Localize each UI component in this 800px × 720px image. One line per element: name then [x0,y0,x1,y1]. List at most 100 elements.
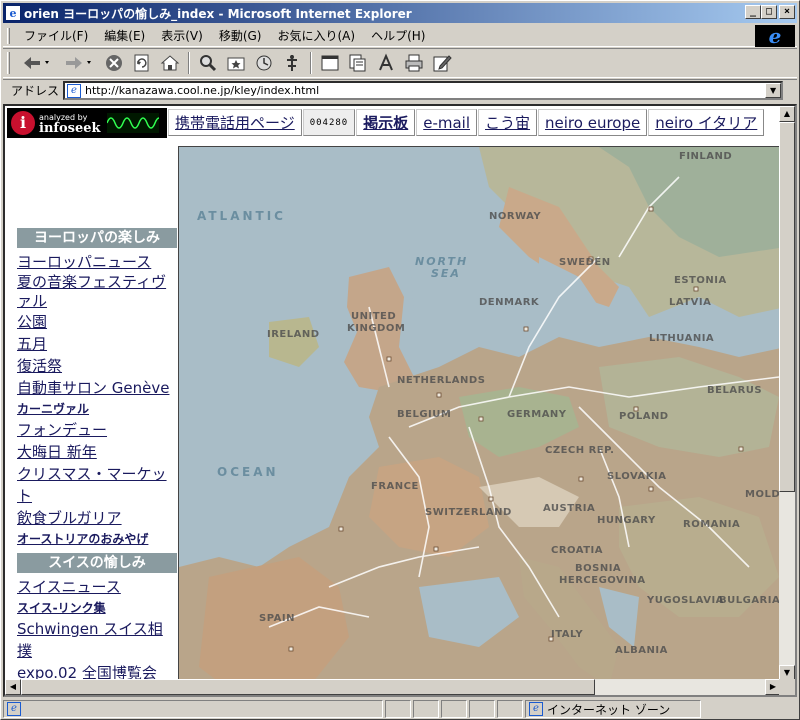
address-input[interactable]: e http://kanazawa.cool.ne.jp/kley/index.… [63,81,784,100]
status-pane [497,700,523,718]
map-label: NETHERLANDS [397,375,486,386]
sidebar-link[interactable]: 自動車サロン Genève [17,377,177,399]
sidebar: ヨーロッパの楽しみ ヨーロッパニュース 夏の音楽フェスティヴァル 公園 五月 復活祭 自動… [17,228,177,695]
sidebar-link[interactable]: 飲食ブルガリア [17,507,177,529]
menu-edit[interactable]: 編集(E) [96,25,153,46]
map-label: SPAIN [259,613,295,624]
menu-favorites[interactable]: お気に入り(A) [269,25,363,46]
menu-help[interactable]: ヘルプ(H) [363,25,433,46]
edit-icon[interactable] [430,51,454,75]
sidebar-link[interactable]: オーストリアのおみやげ [17,529,177,549]
infoseek-badge[interactable]: i analyzed by infoseek [7,108,167,138]
window-title: orien ヨーロッパの愉しみ_index - Microsoft Intern… [24,6,412,21]
menu-bar: ファイル(F) 編集(E) 表示(V) 移動(G) お気に入り(A) ヘルプ(H… [3,24,797,48]
toolbar-separator [188,52,190,74]
top-link[interactable]: e-mail [416,109,478,136]
horizontal-scrollbar[interactable]: ◀ ▶ [5,679,781,695]
map-label: FRANCE [371,481,419,492]
map-label: YUGOSLAVIA [647,595,724,606]
sidebar-link[interactable]: スイスニュース [17,576,177,598]
horizontal-scroll-thumb[interactable] [21,679,595,695]
map-label: BELARUS [707,385,763,396]
map-label: LITHUANIA [649,333,715,344]
maximize-button[interactable]: □ [761,5,777,19]
scrollbar-corner [779,679,795,695]
history-icon[interactable] [252,51,276,75]
map-label: KINGDOM [347,323,406,334]
sidebar-link[interactable]: フォンデュー [17,419,177,441]
map-label: IRELAND [267,329,320,340]
top-link[interactable]: neiro europe [538,109,648,136]
map-label: NORWAY [489,211,542,222]
sidebar-link[interactable]: Schwingen スイス相撲 [17,618,177,662]
sidebar-link[interactable]: 五月 [17,333,177,355]
wave-graph-icon [106,113,159,133]
sidebar-link[interactable]: 夏の音楽フェスティヴァル [17,273,177,311]
map-label: ATLANTIC [197,209,286,223]
menu-file[interactable]: ファイル(F) [16,25,96,46]
vertical-scrollbar[interactable]: ▲ ▼ [779,106,795,681]
sidebar-link[interactable]: スイス-リンク集 [17,598,177,618]
sidebar-link[interactable]: クリスマス・マーケット [17,463,177,507]
sidebar-link[interactable]: ヨーロッパニュース [17,251,177,273]
sidebar-link[interactable]: 公園 [17,311,177,333]
ie-page-icon: e [5,5,21,21]
map-label: UNITED [351,311,397,322]
sidebar-section-swiss: スイスの愉しみ [17,553,177,573]
menu-go[interactable]: 移動(G) [211,25,270,46]
globe-icon: e [529,702,543,716]
map-label: DENMARK [479,297,540,308]
map-label: AUSTRIA [543,503,596,514]
channels-icon[interactable] [280,51,304,75]
refresh-icon[interactable] [130,51,154,75]
map-label: OCEAN [217,465,279,479]
menu-view[interactable]: 表示(V) [153,25,211,46]
search-icon[interactable] [196,51,220,75]
address-url[interactable]: http://kanazawa.cool.ne.jp/kley/index.ht… [85,84,319,97]
close-button[interactable]: × [779,5,795,19]
map-label: ESTONIA [674,275,727,286]
europe-map[interactable]: ATLANTIC OCEAN NORTH SEA FINLAND NORWAY … [178,146,785,695]
map-label: HERCEGOVINA [559,575,646,586]
infoseek-logo-icon: i [11,111,35,135]
menubar-grip[interactable] [7,27,10,44]
scroll-left-icon[interactable]: ◀ [5,679,21,695]
stop-icon[interactable] [102,51,126,75]
home-icon[interactable] [158,51,182,75]
top-link[interactable]: 携帯電話用ページ [168,109,302,136]
top-link[interactable]: neiro イタリア [648,109,765,136]
visitor-counter: 004280 [302,109,356,136]
font-icon[interactable] [374,51,398,75]
favorites-icon[interactable] [224,51,248,75]
top-link[interactable]: 掲示板 [356,109,416,136]
fullscreen-icon[interactable] [318,51,342,75]
sidebar-link[interactable]: カーニヴァル [17,399,177,419]
ie-throbber-logo: e [755,24,795,48]
status-pane [385,700,411,718]
status-pane [441,700,467,718]
scroll-up-icon[interactable]: ▲ [779,106,795,122]
page-status-icon: e [7,702,21,716]
status-pane [413,700,439,718]
title-bar[interactable]: e orien ヨーロッパの愉しみ_index - Microsoft Inte… [3,3,797,23]
address-label: アドレス [11,84,60,98]
chevron-down-icon[interactable]: ▼ [765,83,782,98]
map-label: BELGIUM [397,409,452,420]
map-label: ROMANIA [683,519,741,530]
back-icon[interactable] [18,51,56,75]
minimize-button[interactable]: _ [745,5,761,19]
top-link[interactable]: こう宙 [478,109,538,136]
toolbar-grip[interactable] [7,52,10,74]
sidebar-link[interactable]: 復活祭 [17,355,177,377]
vertical-scroll-thumb[interactable] [779,122,795,492]
status-pane [469,700,495,718]
print-icon[interactable] [402,51,426,75]
map-label: HUNGARY [597,515,656,526]
mail-icon[interactable] [346,51,370,75]
forward-icon[interactable] [60,51,98,75]
address-bar: アドレス e http://kanazawa.cool.ne.jp/kley/i… [3,79,797,101]
map-label: LATVIA [669,297,712,308]
map-label: FINLAND [679,151,733,162]
toolbar-separator [310,52,312,74]
sidebar-link[interactable]: 大晦日 新年 [17,441,177,463]
